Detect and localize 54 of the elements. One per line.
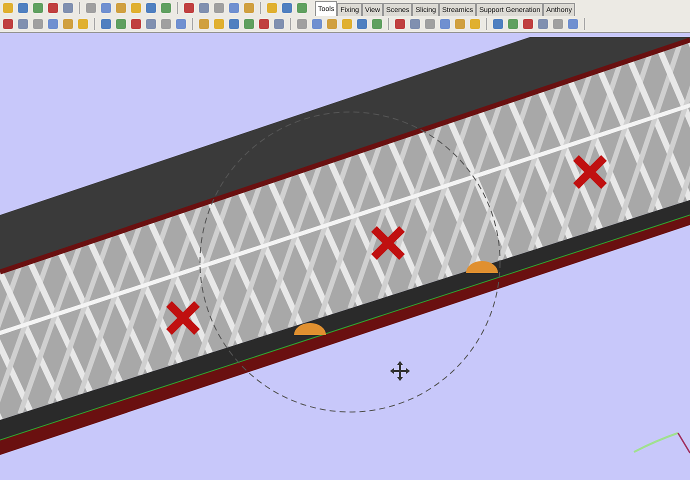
tool-icon[interactable] [296,2,308,14]
tool-icon[interactable] [439,18,451,30]
tool-icon[interactable] [552,18,564,30]
tool-icon[interactable] [567,18,579,30]
cross-marker-icon[interactable] [165,300,201,336]
tool-icon[interactable] [296,18,308,30]
tool-icon[interactable] [507,18,519,30]
tool-icon[interactable] [115,2,127,14]
tool-icon[interactable] [281,2,293,14]
tool-icon[interactable] [243,18,255,30]
tool-icon[interactable] [183,2,195,14]
tool-icon[interactable] [115,18,127,30]
tool-icon[interactable] [522,18,534,30]
tool-icon[interactable] [160,2,172,14]
tool-icon[interactable] [145,2,157,14]
tool-icon[interactable] [228,2,240,14]
tool-icon[interactable] [424,18,436,30]
tool-icon[interactable] [243,2,255,14]
tool-icon[interactable] [17,18,29,30]
axis-drawing [634,432,690,454]
tool-icon[interactable] [32,18,44,30]
tool-icon[interactable] [100,18,112,30]
tool-icon[interactable] [47,18,59,30]
tool-icon[interactable] [371,18,383,30]
tool-icon[interactable] [198,18,210,30]
tool-icon[interactable] [273,18,285,30]
tool-icon[interactable] [175,18,187,30]
tool-icon[interactable] [145,18,157,30]
tool-icon[interactable] [2,18,14,30]
tool-icon[interactable] [62,18,74,30]
tool-icon[interactable] [198,2,210,14]
tool-icon[interactable] [356,18,368,30]
tool-icon[interactable] [537,18,549,30]
tool-icon[interactable] [311,18,323,30]
cross-marker-icon[interactable] [370,225,406,261]
tool-icon[interactable] [409,18,421,30]
tool-icon[interactable] [32,2,44,14]
tool-icon[interactable] [326,18,338,30]
tool-icon[interactable] [228,18,240,30]
tool-icon[interactable] [394,18,406,30]
tool-icon[interactable] [213,2,225,14]
tool-icon[interactable] [47,2,59,14]
rotation-circle[interactable] [200,112,500,412]
move-cursor-icon [390,361,410,381]
tool-icon[interactable] [130,18,142,30]
tool-icon[interactable] [160,18,172,30]
tool-icon[interactable] [454,18,466,30]
tool-icon[interactable] [17,2,29,14]
tool-icon[interactable] [258,18,270,30]
tool-icon[interactable] [62,2,74,14]
tool-icon[interactable] [85,2,97,14]
cross-marker-icon[interactable] [572,154,608,190]
tool-icon[interactable] [492,18,504,30]
tool-icon[interactable] [100,2,112,14]
